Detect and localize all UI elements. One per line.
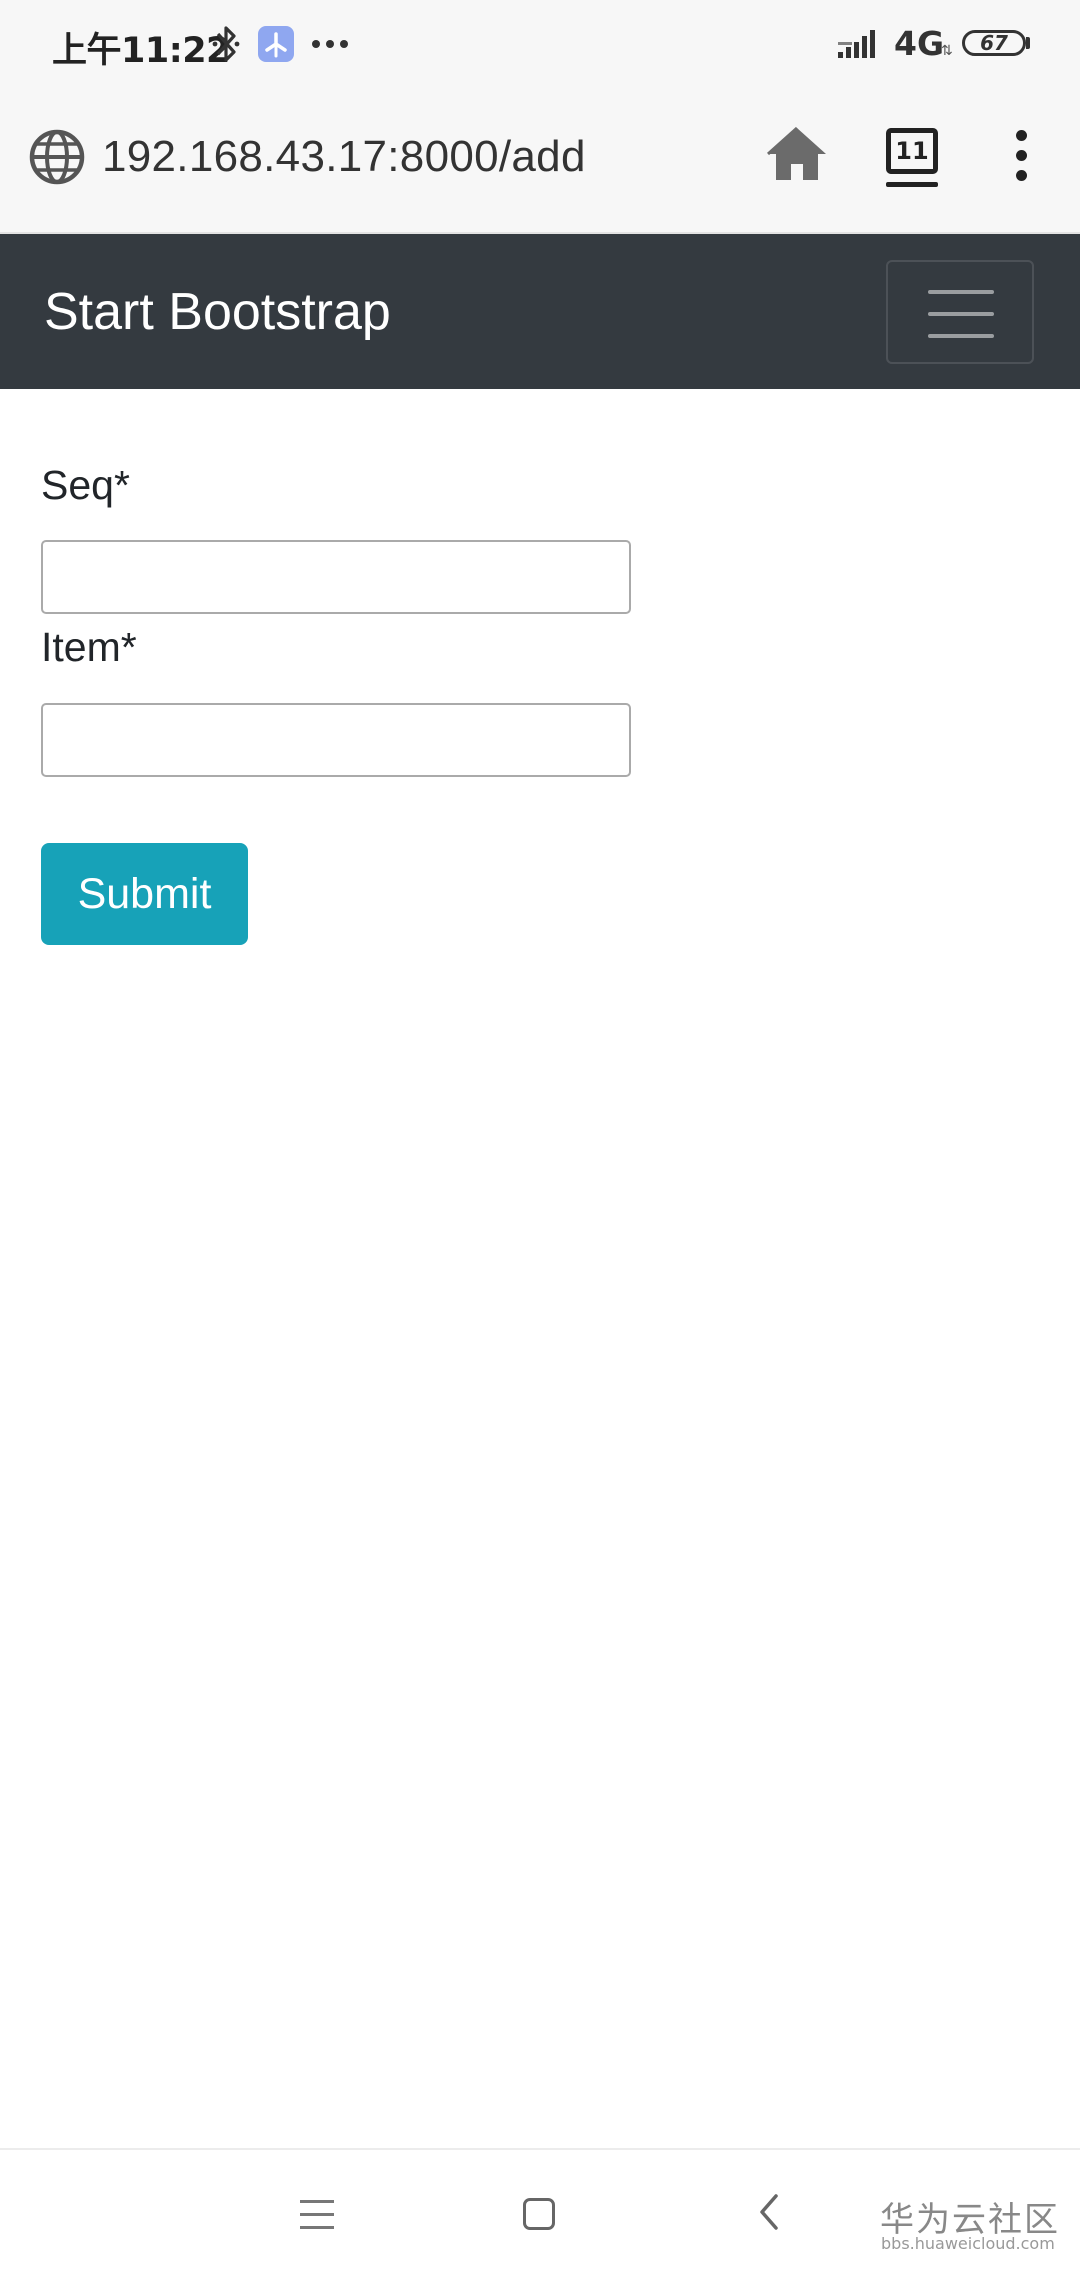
home-icon[interactable] <box>766 126 828 187</box>
item-label: Item* <box>41 624 137 670</box>
signal-icon <box>838 30 882 65</box>
battery-nub <box>1026 37 1030 49</box>
seq-input[interactable] <box>41 540 631 614</box>
item-input[interactable] <box>41 703 631 777</box>
more-dots-icon <box>310 28 350 63</box>
browser-toolbar: 192.168.43.17:8000/add 11 <box>0 90 1080 234</box>
navbar-toggler-button[interactable] <box>886 260 1034 364</box>
recents-icon[interactable] <box>300 2200 334 2239</box>
site-navbar: Start Bootstrap <box>0 234 1080 389</box>
overflow-menu-icon[interactable] <box>1011 130 1031 190</box>
watermark-url: bbs.huaweicloud.com <box>881 2234 1055 2253</box>
data-arrows-icon: ⇅ <box>941 42 953 58</box>
globe-icon[interactable] <box>28 128 86 191</box>
url-bar[interactable]: 192.168.43.17:8000/add <box>102 132 586 182</box>
fan-app-icon <box>258 26 294 62</box>
battery-icon: 67 <box>962 30 1026 56</box>
tabs-icon[interactable]: 11 <box>886 128 938 174</box>
navbar-brand[interactable]: Start Bootstrap <box>44 282 391 342</box>
tab-count: 11 <box>895 137 929 165</box>
status-bar: 上午11:22 4G ⇅ 67 <box>0 0 1080 90</box>
bluetooth-icon <box>212 24 240 69</box>
tabs-underline <box>886 182 938 187</box>
status-time: 上午11:22 <box>52 31 230 71</box>
home-square-icon[interactable] <box>523 2198 555 2230</box>
battery-level: 67 <box>980 31 1008 55</box>
network-type: 4G <box>894 24 945 63</box>
seq-label: Seq* <box>41 462 130 508</box>
submit-button[interactable]: Submit <box>41 843 248 945</box>
back-icon[interactable] <box>756 2192 780 2237</box>
